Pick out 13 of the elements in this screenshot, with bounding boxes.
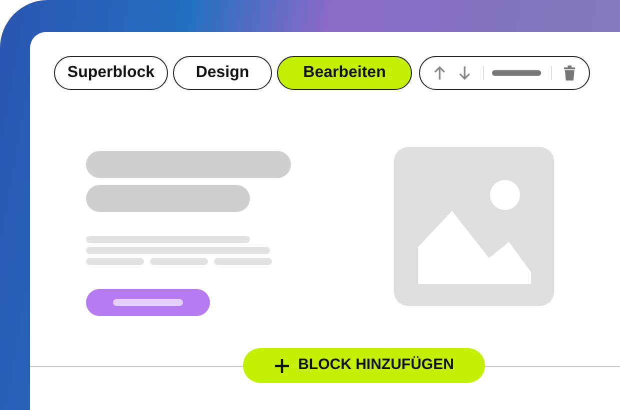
- add-block-button[interactable]: BLOCK HINZUFÜGEN: [243, 348, 485, 383]
- arrow-up-icon[interactable]: [434, 65, 446, 81]
- image-placeholder-icon: [394, 147, 554, 306]
- placeholder-line: [150, 258, 208, 265]
- placeholder-line: [86, 258, 144, 265]
- placeholder-line: [214, 258, 272, 265]
- trash-icon[interactable]: [564, 65, 575, 81]
- bar-icon[interactable]: [492, 70, 541, 76]
- arrow-down-icon[interactable]: [459, 65, 471, 81]
- plus-icon: [274, 358, 290, 374]
- tab[interactable]: Superblock: [54, 56, 168, 90]
- tab[interactable]: Design: [173, 56, 272, 90]
- tab[interactable]: Bearbeiten: [277, 56, 412, 90]
